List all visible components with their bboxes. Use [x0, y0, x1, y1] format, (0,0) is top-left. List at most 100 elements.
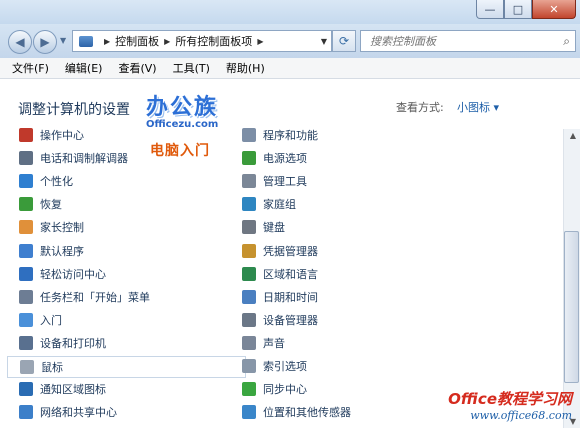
item-icon — [19, 128, 33, 142]
breadcrumb-separator-icon[interactable]: ▶ — [164, 37, 170, 46]
back-arrow-icon: ◀ — [15, 35, 25, 49]
item-icon — [19, 335, 33, 350]
item-label: 入门 — [40, 313, 62, 327]
left-item[interactable]: 设备和打印机 — [19, 333, 106, 353]
item-label: 声音 — [263, 336, 285, 350]
item-label: 键盘 — [263, 221, 285, 235]
menu-help[interactable]: 帮助(H) — [226, 60, 265, 76]
left-item[interactable]: 恢复 — [19, 194, 62, 214]
minimize-button[interactable]: — — [476, 0, 504, 19]
left-item[interactable]: 通知区域图标 — [19, 379, 106, 399]
left-item[interactable]: 个性化 — [19, 171, 73, 191]
item-icon — [242, 174, 256, 189]
item-icon — [242, 359, 256, 373]
item-label: 任务栏和「开始」菜单 — [40, 290, 150, 304]
left-item[interactable]: 网络和共享中心 — [19, 402, 117, 422]
right-item[interactable]: 程序和功能 — [242, 125, 318, 145]
item-icon — [242, 197, 256, 212]
item-label: 鼠标 — [41, 361, 63, 374]
right-item[interactable]: 同步中心 — [242, 379, 307, 399]
page-title: 调整计算机的设置 — [18, 102, 130, 118]
item-label: 程序和功能 — [263, 129, 318, 142]
left-item[interactable]: 入门 — [19, 310, 62, 330]
left-item[interactable]: 电话和调制解调器 — [19, 148, 128, 168]
item-label: 轻松访问中心 — [40, 267, 106, 281]
close-button[interactable]: ✕ — [532, 0, 576, 19]
left-item[interactable]: 任务栏和「开始」菜单 — [19, 287, 150, 307]
right-item[interactable]: 日期和时间 — [242, 287, 318, 307]
logo-text: 办公族 — [146, 95, 219, 120]
search-box[interactable]: ⌕ — [360, 30, 576, 52]
watermark: Office教程学习网 www.office68.com — [448, 388, 572, 422]
right-item[interactable]: 索引选项 — [242, 356, 307, 376]
breadcrumb-control-panel[interactable]: 控制面板 — [115, 33, 159, 49]
item-label: 设备和打印机 — [40, 336, 106, 350]
item-icon — [242, 335, 256, 350]
right-item[interactable]: 区域和语言 — [242, 264, 318, 284]
forward-arrow-icon: ▶ — [40, 35, 50, 49]
breadcrumb-all-items[interactable]: 所有控制面板项 — [175, 33, 252, 49]
maximize-icon: □ — [512, 2, 524, 16]
item-icon — [242, 289, 256, 304]
right-item[interactable]: 声音 — [242, 333, 285, 353]
recent-pages-dropdown[interactable]: ▼ — [60, 36, 66, 45]
watermark-url: www.office68.com — [470, 409, 572, 422]
item-label: 日期和时间 — [263, 290, 318, 304]
item-icon — [19, 151, 33, 166]
right-item[interactable]: 家庭组 — [242, 194, 296, 214]
officezu-logo: 办公族 Officezu.com — [146, 89, 238, 130]
menu-tools[interactable]: 工具(T) — [173, 60, 210, 76]
menu-file[interactable]: 文件(F) — [12, 60, 49, 76]
item-icon — [19, 266, 33, 281]
left-item[interactable]: 默认程序 — [19, 241, 84, 261]
view-by-dropdown[interactable]: 小图标 ▾ — [457, 99, 499, 115]
item-label: 家庭组 — [263, 198, 296, 212]
item-label: 设备管理器 — [263, 313, 318, 327]
menu-edit[interactable]: 编辑(E) — [65, 60, 103, 76]
maximize-button[interactable]: □ — [504, 0, 532, 19]
item-icon — [19, 174, 33, 189]
breadcrumb-separator-icon[interactable]: ▶ — [104, 37, 110, 46]
item-icon — [242, 312, 256, 327]
left-item[interactable]: 家长控制 — [19, 217, 84, 237]
right-item[interactable]: 设备管理器 — [242, 310, 318, 330]
item-icon — [19, 382, 33, 397]
address-toolbar: ◀ ▶ ▼ ▶ 控制面板 ▶ 所有控制面板项 ▶ ▼ ⟳ ⌕ — [0, 24, 580, 58]
scrollbar-thumb[interactable] — [564, 231, 579, 383]
item-label: 默认程序 — [40, 244, 84, 258]
item-icon — [19, 243, 33, 258]
left-item[interactable]: 轻松访问中心 — [19, 264, 106, 284]
right-item[interactable]: 电源选项 — [242, 148, 307, 168]
left-item[interactable]: 操作中心 — [19, 125, 84, 145]
address-dropdown-icon[interactable]: ▼ — [321, 37, 327, 46]
item-label: 索引选项 — [263, 360, 307, 373]
vertical-scrollbar[interactable]: ▲ ▼ — [563, 129, 580, 428]
back-button[interactable]: ◀ — [8, 30, 32, 54]
scroll-up-icon[interactable]: ▲ — [570, 131, 576, 140]
item-label: 个性化 — [40, 175, 73, 189]
item-icon — [19, 220, 33, 235]
forward-button[interactable]: ▶ — [33, 30, 57, 54]
close-icon: ✕ — [549, 2, 559, 16]
refresh-button[interactable]: ⟳ — [332, 30, 356, 52]
item-label: 网络和共享中心 — [40, 406, 117, 420]
address-bar[interactable]: ▶ 控制面板 ▶ 所有控制面板项 ▶ ▼ — [72, 30, 332, 52]
control-panel-items: 操作中心电话和调制解调器 个性化恢复家长控制默认程序轻松访问中心任务栏和「开始」菜… — [0, 128, 564, 428]
search-icon[interactable]: ⌕ — [563, 34, 570, 49]
item-label: 管理工具 — [263, 175, 307, 189]
watermark-brand: Office教程学习网 — [448, 390, 572, 408]
left-item[interactable]: 鼠标 — [7, 356, 246, 378]
search-input[interactable] — [368, 33, 552, 49]
item-icon — [19, 289, 33, 304]
breadcrumb-separator-icon[interactable]: ▶ — [257, 37, 263, 46]
item-label: 电话和调制解调器 — [40, 152, 128, 166]
right-item[interactable]: 键盘 — [242, 217, 285, 237]
menu-view[interactable]: 查看(V) — [118, 60, 156, 76]
right-item[interactable]: 管理工具 — [242, 171, 307, 191]
item-label: 位置和其他传感器 — [263, 406, 351, 420]
content-header: 调整计算机的设置 办公族 Officezu.com 查看方式: 小图标 ▾ — [0, 79, 580, 130]
item-icon — [19, 197, 33, 212]
right-item[interactable]: 凭据管理器 — [242, 241, 318, 261]
item-icon — [19, 312, 33, 327]
right-item[interactable]: 位置和其他传感器 — [242, 402, 351, 422]
